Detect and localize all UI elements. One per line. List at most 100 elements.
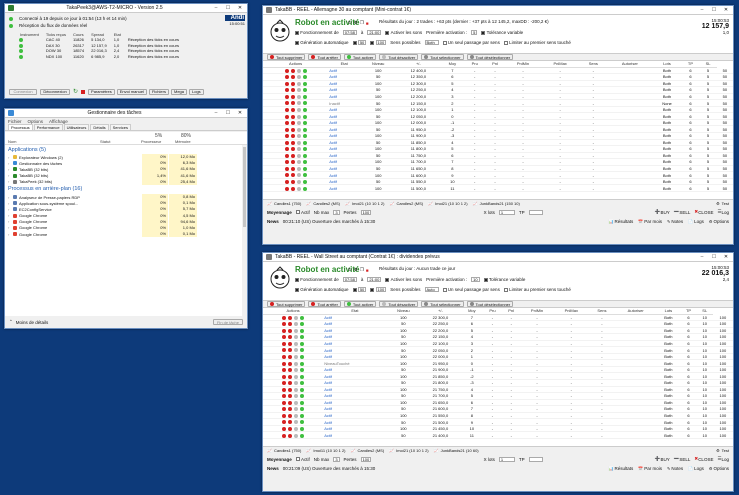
tp-action-button[interactable]: Envoi manuel (116, 88, 147, 95)
tol-checkbox[interactable] (481, 30, 486, 35)
action-dot-icon[interactable] (284, 140, 289, 145)
action-dot-icon[interactable] (302, 134, 307, 139)
nb-max-input[interactable]: 3 (333, 456, 340, 462)
indicator-tab[interactable]: 📈 JunkBands21 (10 60) (434, 448, 479, 453)
action-dot-icon[interactable] (294, 374, 299, 379)
expand-icon[interactable]: › (8, 167, 9, 172)
less-details-link[interactable]: Moins de détails (16, 320, 49, 325)
toolbar-button[interactable]: Tout arrêter (308, 301, 341, 307)
log-button[interactable]: Log (722, 457, 730, 462)
sell-button[interactable]: SELL (679, 457, 690, 462)
action-dot-icon[interactable] (282, 368, 287, 373)
action-dot-icon[interactable] (282, 322, 287, 327)
un-seul-checkbox[interactable] (442, 40, 447, 45)
action-dot-icon[interactable] (290, 88, 295, 93)
action-dot-icon[interactable] (290, 140, 295, 145)
action-dot-icon[interactable] (288, 341, 293, 346)
action-dot-icon[interactable] (284, 88, 289, 93)
menu-item[interactable]: Fichier (8, 119, 22, 124)
action-dot-icon[interactable] (290, 75, 295, 80)
action-dot-icon[interactable] (290, 68, 295, 73)
action-dot-icon[interactable] (296, 107, 301, 112)
action-dot-icon[interactable] (300, 368, 305, 373)
action-dot-icon[interactable] (302, 140, 307, 145)
action-dot-icon[interactable] (288, 427, 293, 431)
action-dot-icon[interactable] (288, 348, 293, 353)
prem-input[interactable]: 10 (471, 277, 480, 282)
action-dot-icon[interactable] (284, 81, 289, 86)
level-row[interactable]: Actif 50 21 400,0 11- - - - - Both 6 10 100 (263, 431, 733, 439)
action-dot-icon[interactable] (288, 368, 293, 373)
footer-button[interactable]: ✎ Notes (667, 466, 683, 471)
toolbar-button[interactable]: Tout activer (343, 301, 377, 307)
action-dot-icon[interactable] (302, 101, 307, 106)
action-dot-icon[interactable] (300, 374, 305, 379)
to-input[interactable]: 21:00 (367, 277, 382, 282)
action-dot-icon[interactable] (300, 354, 305, 359)
minimize-icon[interactable]: – (212, 5, 220, 11)
close-icon[interactable]: ✕ (722, 254, 730, 260)
action-dot-icon[interactable] (294, 413, 299, 418)
buy-button[interactable]: BUY (661, 210, 670, 215)
action-dot-icon[interactable] (302, 114, 307, 119)
limiter-checkbox[interactable] (503, 287, 508, 292)
action-dot-icon[interactable] (296, 160, 301, 165)
action-dot-icon[interactable] (288, 315, 293, 320)
indicator-tab[interactable]: 📈 Imoi21 (10 10 1 2) (345, 201, 384, 206)
indicator-tab[interactable]: 📈 Candles1 (750) (267, 448, 301, 453)
indicator-tab[interactable]: 📈 Imoi21 (10 10 1 2) (389, 448, 428, 453)
action-dot-icon[interactable] (290, 94, 295, 99)
tp-action-button[interactable]: Logs (189, 88, 204, 95)
col-cpu[interactable]: Processeur (141, 139, 161, 144)
indicator-tab[interactable]: 📈 Candles2 (MS) (389, 201, 423, 206)
col-mem[interactable]: Mémoire (175, 139, 191, 144)
action-dot-icon[interactable] (296, 68, 301, 73)
footer-button[interactable]: 📊 Résultats (609, 466, 634, 471)
g2-checkbox[interactable] (370, 287, 375, 292)
action-dot-icon[interactable] (282, 407, 287, 412)
expand-icon[interactable]: › (8, 219, 9, 224)
action-dot-icon[interactable] (290, 186, 295, 191)
close-icon[interactable]: ✕ (236, 5, 244, 11)
action-dot-icon[interactable] (284, 75, 289, 80)
action-dot-icon[interactable] (296, 127, 301, 132)
toolbar-button[interactable]: Tout arrêter (308, 54, 341, 60)
close-button[interactable]: CLOSE (698, 457, 713, 462)
action-dot-icon[interactable] (290, 166, 295, 171)
action-dot-icon[interactable] (296, 147, 301, 152)
action-dot-icon[interactable] (290, 180, 295, 184)
action-dot-icon[interactable] (284, 121, 289, 126)
action-dot-icon[interactable] (300, 413, 305, 418)
refresh-icon[interactable]: ↻ (348, 267, 352, 273)
from-input[interactable]: 07:58 (342, 30, 357, 35)
tab-détails[interactable]: Détails (90, 124, 109, 130)
action-dot-icon[interactable] (296, 180, 301, 184)
task-manager-titlebar[interactable]: Gestionnaire des tâches – ☐ ✕ (5, 109, 247, 118)
tp-input[interactable] (528, 209, 543, 215)
minimize-icon[interactable]: – (698, 254, 706, 260)
footer-button[interactable]: ✎ Notes (667, 219, 683, 224)
takapeek-titlebar[interactable]: TakaPeek3@AWS-T2-MICRO - Version 2.5 – ☐ ✕ (5, 4, 247, 13)
action-dot-icon[interactable] (282, 394, 287, 399)
action-dot-icon[interactable] (284, 107, 289, 112)
action-dot-icon[interactable] (288, 433, 293, 438)
action-dot-icon[interactable] (300, 387, 305, 392)
tp-action-button[interactable]: Mega (170, 88, 187, 95)
action-dot-icon[interactable] (290, 114, 295, 119)
moy-actif-checkbox[interactable] (295, 457, 300, 461)
expand-icon[interactable]: › (8, 232, 9, 237)
gear-icon[interactable]: ⚙ (354, 267, 358, 273)
tp-input[interactable] (528, 456, 543, 462)
action-dot-icon[interactable] (294, 381, 299, 386)
action-dot-icon[interactable] (294, 335, 299, 340)
action-dot-icon[interactable] (302, 94, 307, 99)
action-dot-icon[interactable] (284, 94, 289, 99)
action-dot-icon[interactable] (288, 407, 293, 412)
action-dot-icon[interactable] (296, 166, 301, 171)
action-dot-icon[interactable] (290, 101, 295, 106)
xlots-input[interactable]: 1 (498, 209, 515, 215)
action-dot-icon[interactable] (282, 348, 287, 353)
fonct-checkbox[interactable] (295, 277, 299, 282)
buy-button[interactable]: BUY (661, 457, 670, 462)
action-dot-icon[interactable] (302, 75, 307, 80)
